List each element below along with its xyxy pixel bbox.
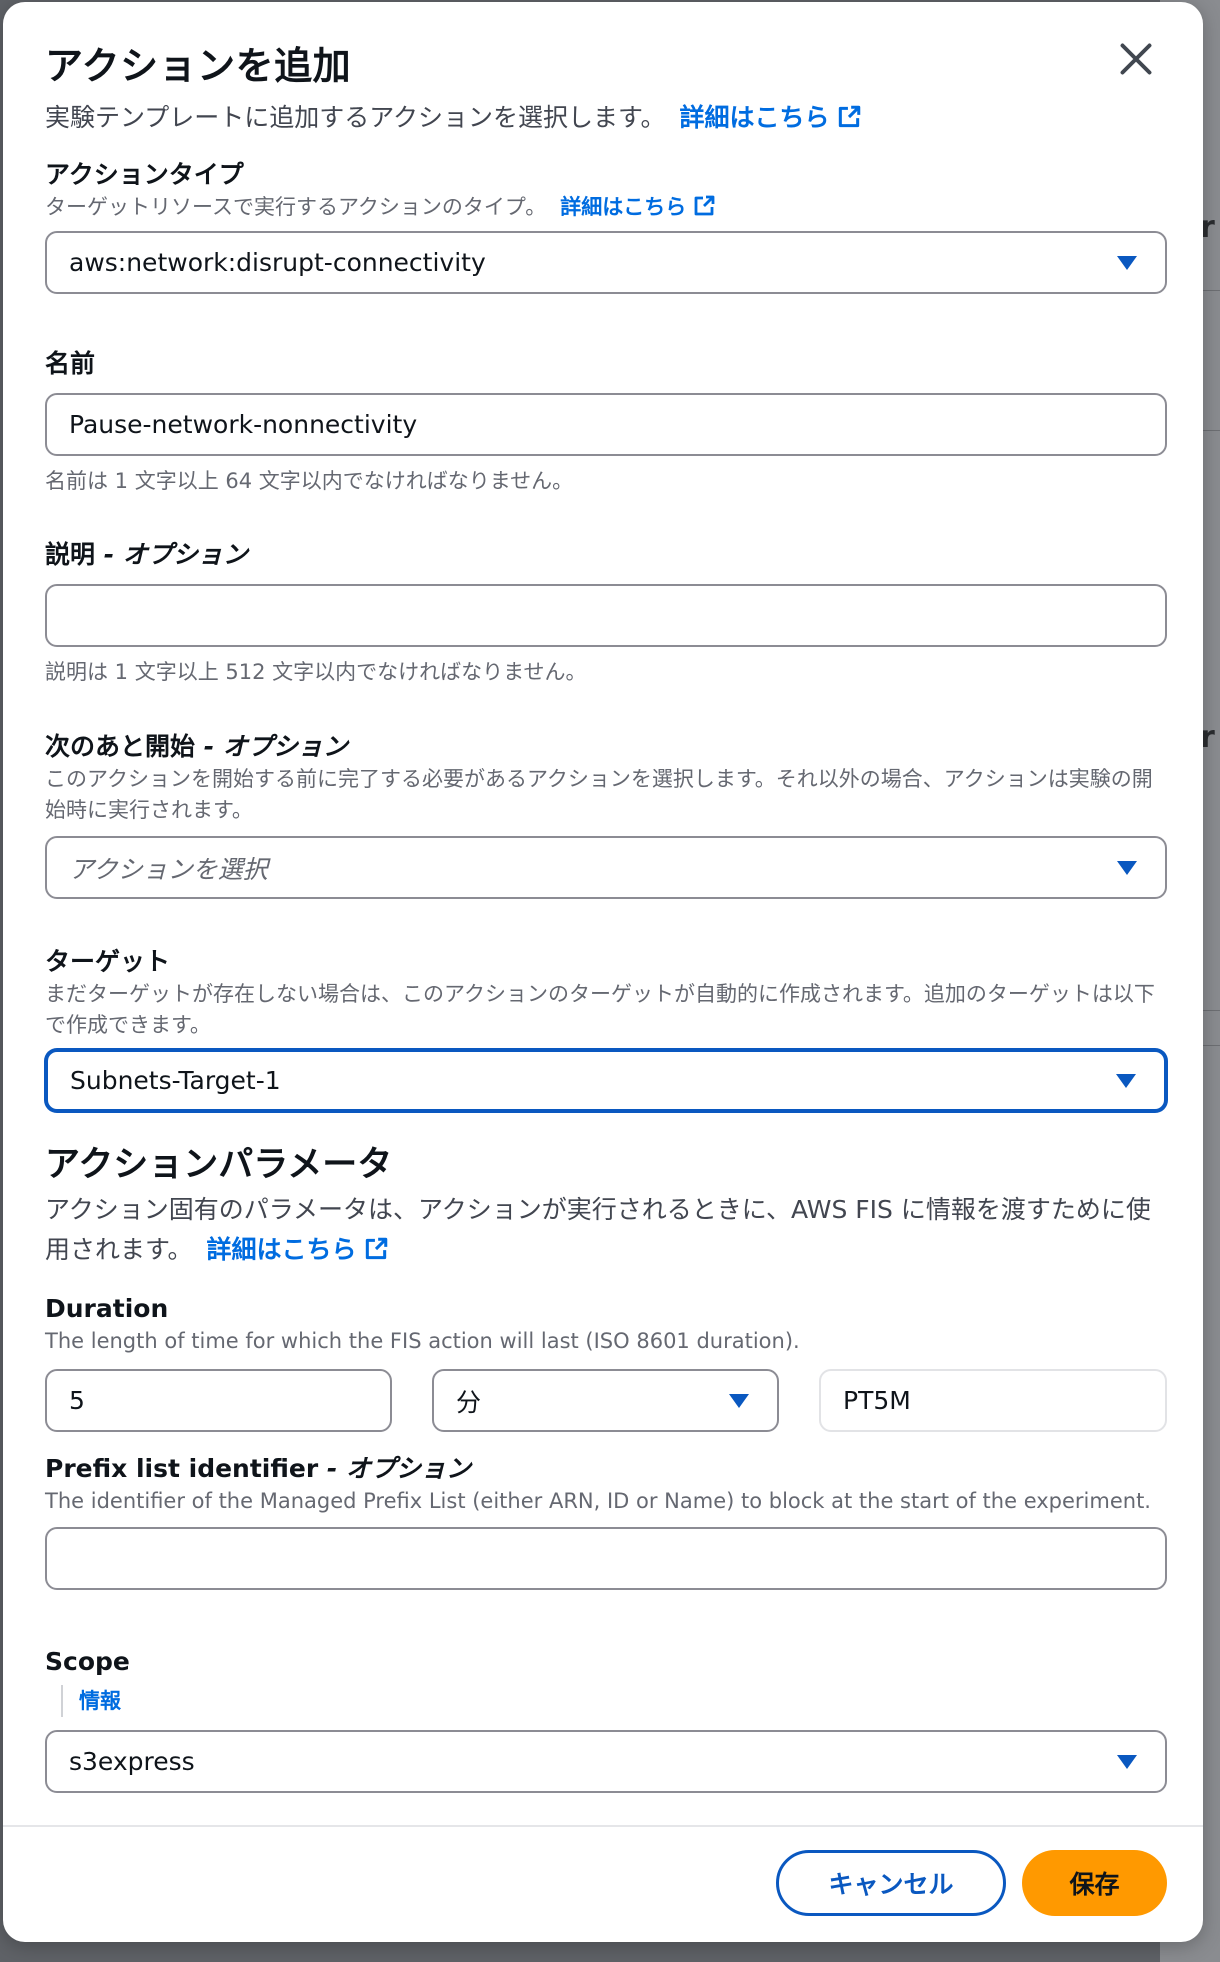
action-type-field: アクションタイプ ターゲットリソースで実行するアクションのタイプ。 詳細はこちら … <box>45 158 1167 294</box>
target-value: Subnets-Target-1 <box>70 1066 281 1095</box>
add-action-modal: アクションを追加 実験テンプレートに追加するアクションを選択します。 詳細はこちら… <box>3 2 1203 1942</box>
close-button[interactable] <box>1113 36 1159 82</box>
optional-tag: - オプション <box>326 1454 472 1483</box>
target-field: ターゲット まだターゲットが存在しない場合は、このアクションのターゲットが自動的… <box>45 945 1167 1112</box>
external-link-icon <box>694 195 715 216</box>
optional-tag: - オプション <box>103 540 248 569</box>
save-button[interactable]: 保存 <box>1022 1850 1167 1916</box>
prefix-list-label-text: Prefix list identifier <box>45 1454 319 1483</box>
scope-select-wrap: s3express <box>45 1730 1167 1793</box>
action-type-learn-more-link[interactable]: 詳細はこちら <box>560 195 716 219</box>
duration-iso-output: PT5M <box>819 1369 1167 1432</box>
scope-field: Scope <box>45 1645 1167 1679</box>
duration-label: Duration <box>45 1294 169 1323</box>
modal-header: アクションを追加 実験テンプレートに追加するアクションを選択します。 詳細はこちら <box>45 36 1167 136</box>
start-after-label-text: 次のあと開始 <box>45 732 196 761</box>
action-params-learn-more-link[interactable]: 詳細はこちら <box>207 1235 389 1264</box>
name-input[interactable]: Pause-network-nonnectivity <box>45 393 1167 456</box>
learn-more-label: 詳細はこちら <box>206 1235 357 1264</box>
optional-tag: - オプション <box>203 732 348 761</box>
action-type-desc: ターゲットリソースで実行するアクションのタイプ。 詳細はこちら <box>45 192 1167 223</box>
modal-title: アクションを追加 <box>45 44 352 88</box>
scope-info-link[interactable]: 情報 <box>61 1685 121 1717</box>
external-link-icon <box>838 105 860 128</box>
start-after-label: 次のあと開始 - オプション <box>45 730 1167 764</box>
action-type-label: アクションタイプ <box>45 160 244 189</box>
name-field: 名前 Pause-network-nonnectivity 名前は 1 文字以上… <box>45 347 1167 497</box>
learn-more-label: 詳細はこちら <box>679 103 830 132</box>
description-label: 説明 - オプション <box>45 538 1167 572</box>
name-label: 名前 <box>45 349 96 378</box>
action-params-section: アクションパラメータ アクション固有のパラメータは、アクションが実行されるときに… <box>45 1140 1167 1270</box>
action-type-value: aws:network:disrupt-connectivity <box>69 248 486 277</box>
target-desc: まだターゲットが存在しない場合は、このアクションのターゲットが自動的に作成されま… <box>45 982 1155 1037</box>
start-after-select[interactable]: アクションを選択 <box>45 836 1167 899</box>
external-link-icon <box>365 1237 387 1260</box>
learn-more-label: 詳細はこちら <box>560 195 687 219</box>
caret-down-icon <box>1117 1754 1137 1769</box>
action-params-title: アクションパラメータ <box>45 1145 393 1185</box>
description-label-text: 説明 <box>45 540 96 569</box>
action-type-select[interactable]: aws:network:disrupt-connectivity <box>45 231 1167 294</box>
scope-label: Scope <box>45 1647 130 1676</box>
caret-down-icon <box>1117 255 1137 270</box>
duration-iso: PT5M <box>843 1386 911 1415</box>
footer-divider <box>3 1825 1203 1827</box>
scope-select[interactable]: s3express <box>45 1730 1167 1793</box>
duration-value-input[interactable]: 5 <box>45 1369 392 1432</box>
name-value: Pause-network-nonnectivity <box>69 410 418 439</box>
caret-down-icon <box>1116 1073 1136 1088</box>
learn-more-link[interactable]: 詳細はこちら <box>680 103 862 132</box>
duration-controls: 5 分 PT5M <box>45 1369 1167 1432</box>
action-params-desc: アクション固有のパラメータは、アクションが実行されるときに、AWS FIS に情… <box>45 1190 1167 1270</box>
duration-value: 5 <box>69 1386 85 1415</box>
start-after-placeholder: アクションを選択 <box>69 854 268 884</box>
caret-down-icon <box>729 1393 749 1408</box>
modal-subtitle: 実験テンプレートに追加するアクションを選択します。 詳細はこちら <box>45 100 1167 136</box>
duration-field: Duration The length of time for which th… <box>45 1292 1167 1432</box>
description-hint: 説明は 1 文字以上 512 文字以内でなければなりません。 <box>45 660 587 684</box>
start-after-field: 次のあと開始 - オプション このアクションを開始する前に完了する必要があるアク… <box>45 730 1167 899</box>
prefix-list-label: Prefix list identifier - オプション <box>45 1452 1167 1486</box>
close-icon <box>1120 43 1152 75</box>
duration-unit-select[interactable]: 分 <box>432 1369 779 1432</box>
cancel-button[interactable]: キャンセル <box>776 1850 1006 1916</box>
prefix-list-desc: The identifier of the Managed Prefix Lis… <box>45 1489 1151 1513</box>
description-field: 説明 - オプション 説明は 1 文字以上 512 文字以内でなければなりません… <box>45 538 1167 688</box>
scope-value: s3express <box>69 1747 195 1776</box>
target-select[interactable]: Subnets-Target-1 <box>45 1049 1167 1112</box>
duration-desc: The length of time for which the FIS act… <box>45 1329 800 1353</box>
modal-subtitle-text: 実験テンプレートに追加するアクションを選択します。 <box>45 103 666 132</box>
prefix-list-field: Prefix list identifier - オプション The ident… <box>45 1452 1167 1590</box>
description-input[interactable] <box>45 584 1167 647</box>
start-after-desc: このアクションを開始する前に完了する必要があるアクションを選択します。それ以外の… <box>45 767 1153 822</box>
duration-unit: 分 <box>456 1387 482 1417</box>
target-label: ターゲット <box>45 947 171 976</box>
name-hint: 名前は 1 文字以上 64 文字以内でなければなりません。 <box>45 469 574 493</box>
action-type-desc-text: ターゲットリソースで実行するアクションのタイプ。 <box>45 195 547 219</box>
prefix-list-input[interactable] <box>45 1527 1167 1590</box>
caret-down-icon <box>1117 860 1137 875</box>
